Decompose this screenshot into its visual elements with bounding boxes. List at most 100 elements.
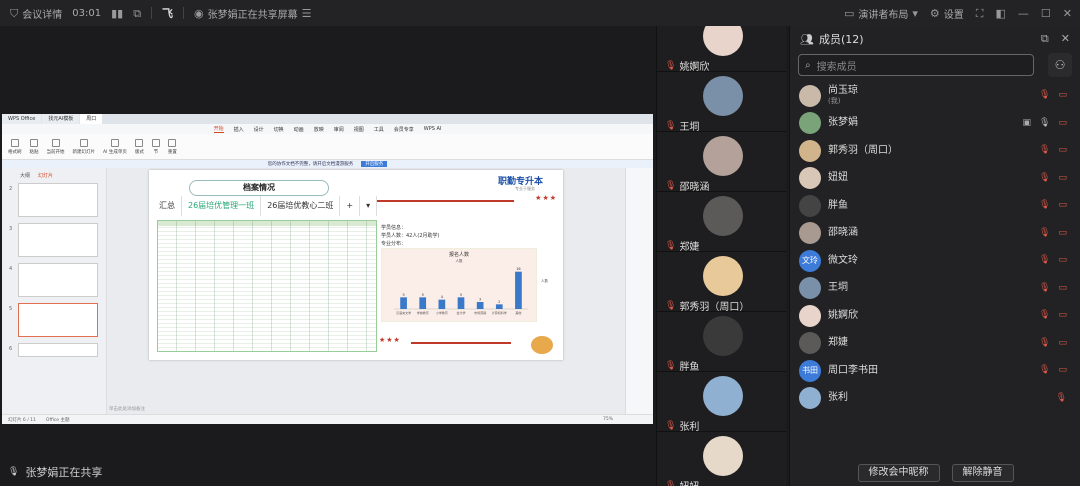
search-icon: ⌕ (805, 59, 811, 71)
ribbon-button[interactable]: 新建幻灯片 (73, 138, 95, 155)
sheet-tab[interactable]: 26届培优教心二班 (261, 196, 341, 216)
slide-thumbnail[interactable]: 3 (9, 223, 98, 257)
member-row[interactable]: 张梦娟 ▣ 🎙︎ ▭ (790, 110, 1080, 138)
wps-status-bar: 幻灯片 6 / 11 Office 主题 75% (2, 414, 653, 424)
deer-mascot-icon (531, 336, 553, 354)
slide-title: 档案情况 (189, 180, 329, 196)
member-row[interactable]: 妞妞 🎙︎ ▭ (790, 165, 1080, 193)
member-search-input[interactable]: ⌕ 搜索成员 (798, 54, 1034, 76)
video-tile[interactable]: 🎙︎ 郑婕 (657, 192, 786, 253)
ribbon-button[interactable]: 重置 (168, 138, 177, 155)
wps-menu-bar: 开始 插入 设计 切换 动画 放映 审阅 视图 工具 会员专享 WPS AI (2, 124, 653, 134)
ribbon-button[interactable]: AI 生成单页 (103, 138, 127, 155)
close-icon[interactable]: ✕ (1061, 32, 1070, 46)
outline-tab[interactable]: 大纲 (20, 172, 30, 179)
notice-action-button[interactable]: 开启服务 (361, 161, 388, 167)
slide-thumbnail[interactable]: 4 (9, 263, 98, 297)
meeting-info-button[interactable]: ⛉ 会议详情 (10, 6, 62, 21)
wps-menu-item[interactable]: 切换 (274, 126, 284, 133)
member-row[interactable]: 文玲 微文玲 🎙︎ ▭ (790, 247, 1080, 275)
wps-menu-item[interactable]: 工具 (374, 126, 384, 133)
chart-category-label: 汉语言文学 (396, 310, 411, 315)
member-name: 张梦娟 (828, 117, 858, 129)
video-tile[interactable]: 🎙︎ 胖鱼 (657, 312, 786, 373)
zoom-level[interactable]: 75% (603, 417, 613, 422)
popout-icon[interactable]: ⧉ (1041, 32, 1049, 46)
menu-icon[interactable]: ☰ (302, 8, 312, 19)
wps-tab[interactable]: WPS Office (2, 114, 42, 124)
chart-bar (438, 299, 446, 309)
video-tile[interactable]: 🎙︎ 王垌 (657, 72, 786, 133)
slide-thumbnail[interactable]: 5 (9, 303, 98, 337)
slides-tab[interactable]: 幻灯片 (38, 172, 53, 179)
member-row[interactable]: 郑婕 🎙︎ ▭ (790, 330, 1080, 358)
wps-menu-item[interactable]: 视图 (354, 126, 364, 133)
signal-icon[interactable]: ▮▮ (111, 8, 123, 19)
participant-avatar (703, 436, 743, 476)
sheet-tab[interactable]: 汇总 (153, 196, 182, 216)
wps-menu-item[interactable]: 设计 (254, 126, 264, 133)
top-bar: ⛉ 会议详情 03:01 ▮▮ ⧉ 飞 ◉ 张梦娟正在共享屏幕 ☰ ▭ 演讲者布… (0, 0, 1080, 26)
wps-tab[interactable]: 找元AI模板 (42, 114, 80, 124)
wps-menu-item[interactable]: 动画 (294, 126, 304, 133)
mic-off-icon: 🎙︎ (1039, 337, 1051, 348)
slide-thumbnails[interactable]: 大纲 幻灯片 2 3 4 5 6 (2, 168, 107, 414)
maximize-icon[interactable]: ☐ (1041, 8, 1051, 19)
member-row[interactable]: 邵晓涵 🎙︎ ▭ (790, 220, 1080, 248)
settings-button[interactable]: ⚙ 设置 (930, 6, 964, 21)
video-tile[interactable]: 🎙︎妞妞 (657, 432, 786, 486)
video-strip[interactable]: 🎙︎姚婀欣🎙︎王垌🎙︎邵晓涵🎙︎郑婕🎙︎郭秀羽（周口）🎙︎胖鱼🎙︎张利🎙︎妞妞 (656, 26, 786, 486)
wps-menu-item[interactable]: 放映 (314, 126, 324, 133)
ribbon-button[interactable]: 节 (151, 138, 160, 155)
mic-off-icon: 🎙︎ (1039, 365, 1051, 375)
wps-menu-item[interactable]: 会员专享 (394, 126, 414, 133)
ribbon-button[interactable]: 当前开始 (47, 138, 65, 155)
sheet-dropdown-button[interactable]: ▾ (360, 196, 378, 216)
add-sheet-button[interactable]: + (340, 196, 361, 216)
fullscreen-icon[interactable]: ⛶ (976, 8, 984, 19)
member-row[interactable]: 胖鱼 🎙︎ ▭ (790, 192, 1080, 220)
chart-category-label: 其他 (515, 310, 521, 315)
shared-screen[interactable]: WPS Office 找元AI模板 周口 开始 插入 设计 切换 动画 放映 审… (2, 114, 653, 424)
wps-menu-item[interactable]: 开始 (213, 125, 224, 133)
chart-bar (419, 297, 427, 309)
member-status-icons: 🎙︎ ▭ (1039, 255, 1067, 265)
sidebar-toggle-icon[interactable]: ◧ (996, 8, 1006, 19)
minimize-icon[interactable]: — (1018, 8, 1029, 19)
member-name: 微文玲 (828, 254, 858, 266)
member-row[interactable]: 书田 周口李书田 🎙︎ ▭ (790, 357, 1080, 385)
wps-menu-item[interactable]: 审阅 (334, 126, 344, 133)
member-row[interactable]: 郭秀羽（周口） 🎙︎ ▭ (790, 137, 1080, 165)
ribbon-button[interactable]: 格式刷 (8, 138, 22, 155)
camera-off-icon: ▭ (1058, 200, 1067, 210)
wps-menu-item[interactable]: 插入 (234, 126, 244, 133)
video-tile[interactable]: 🎙︎ 郭秀羽（周口） (657, 252, 786, 313)
video-tile[interactable]: 🎙︎ 邵晓涵 (657, 132, 786, 193)
ribbon-button[interactable]: 粘贴 (30, 138, 39, 155)
member-row[interactable]: 姚婀欣 🎙︎ ▭ (790, 302, 1080, 330)
wps-right-toolbar[interactable] (625, 168, 653, 414)
ribbon-button[interactable]: 版式 (135, 138, 144, 155)
member-row[interactable]: 尚玉琼 (我) 🎙︎ ▭ (790, 82, 1080, 110)
rename-button[interactable]: 修改会中昵称 (857, 464, 940, 482)
close-icon[interactable]: ✕ (1063, 8, 1072, 19)
slide-thumbnail[interactable]: 6 (9, 343, 98, 357)
notes-placeholder[interactable]: 单击此处添加备注 (109, 406, 145, 412)
video-tile[interactable]: 🎙︎ 张利 (657, 372, 786, 433)
slide-thumbnail[interactable]: 2 (9, 183, 98, 217)
sheet-tab[interactable]: 26届培优管理一班 (182, 196, 262, 216)
member-status-icons: 🎙︎ ▭ (1039, 145, 1067, 155)
unmute-button[interactable]: 解除静音 (951, 464, 1014, 482)
wps-menu-item[interactable]: WPS AI (424, 126, 442, 132)
member-row[interactable]: 王垌 🎙︎ ▭ (790, 275, 1080, 303)
slide-canvas[interactable]: 档案情况 职勤专升本 专业于服务 ★★★ 汇总 26届培优管理一班 26届培优教… (107, 168, 625, 414)
invite-member-button[interactable]: ⚇ (1048, 53, 1072, 77)
camera-off-icon: ▭ (1058, 172, 1067, 183)
member-row[interactable]: 张利 🎙︎ (790, 385, 1080, 413)
theme-name: Office 主题 (45, 417, 70, 423)
layout-button[interactable]: ▭ 演讲者布局 ▾ (844, 6, 918, 21)
slide[interactable]: 档案情况 职勤专升本 专业于服务 ★★★ 汇总 26届培优管理一班 26届培优教… (149, 170, 563, 360)
popout-icon[interactable]: ⧉ (133, 8, 141, 19)
video-tile[interactable]: 🎙︎ 姚婀欣 (657, 26, 786, 73)
wps-tab[interactable]: 周口 (80, 114, 103, 124)
